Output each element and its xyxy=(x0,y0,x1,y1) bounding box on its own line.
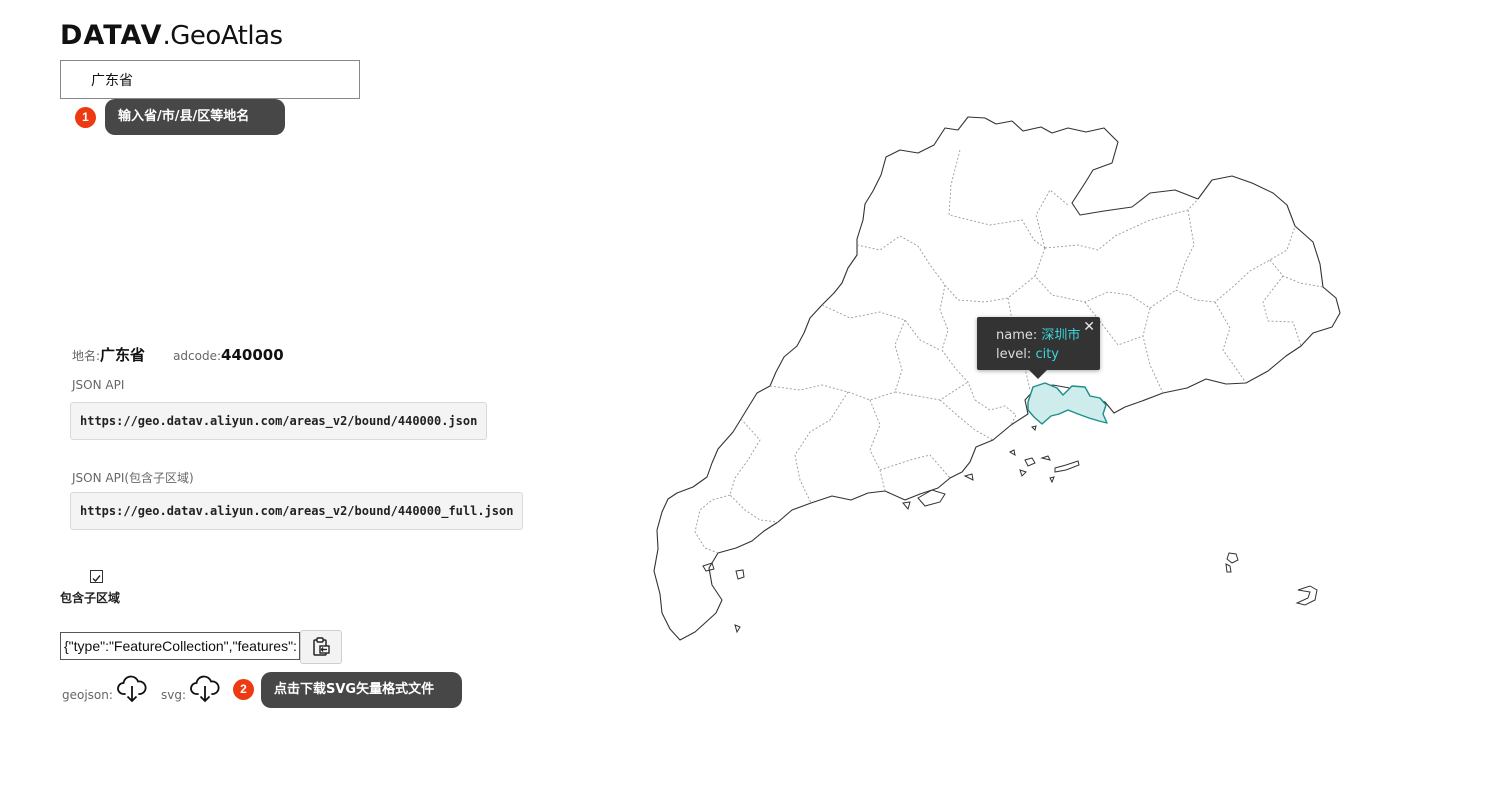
tooltip-level-key: level: xyxy=(996,347,1032,362)
region-search-box[interactable] xyxy=(60,60,360,99)
region-name-label: 地名: xyxy=(72,349,101,363)
map-tooltip: name: 深圳市 level: city ✕ xyxy=(977,317,1100,379)
region-info: 地名:广东省 adcode:440000 xyxy=(72,344,284,366)
step-2-tooltip: 点击下载SVG矢量格式文件 xyxy=(261,672,462,708)
tooltip-level-value: city xyxy=(1035,347,1059,362)
geojson-output-field[interactable] xyxy=(60,632,300,660)
step-1-tooltip: 输入省/市/县/区等地名 xyxy=(105,99,285,135)
close-icon[interactable]: ✕ xyxy=(1083,320,1095,334)
adcode-label: adcode: xyxy=(173,349,222,363)
svg-download-icon[interactable] xyxy=(190,674,220,704)
copy-geojson-button[interactable] xyxy=(300,630,342,664)
json-api-label: JSON API xyxy=(72,378,125,392)
app-logo: DATAV.GeoAtlas xyxy=(60,20,283,52)
json-api-url[interactable]: https://geo.datav.aliyun.com/areas_v2/bo… xyxy=(70,402,488,440)
geojson-download-label: geojson: xyxy=(62,688,113,702)
geojson-download-icon[interactable] xyxy=(117,674,147,704)
json-api-full-label: JSON API(包含子区域) xyxy=(72,471,194,485)
geojson-output-input[interactable] xyxy=(61,633,299,659)
region-name-value: 广东省 xyxy=(100,346,146,364)
guangdong-map[interactable] xyxy=(640,110,1360,655)
include-subregion-checkbox[interactable] xyxy=(90,570,103,583)
step-2-badge: 2 xyxy=(233,679,254,700)
region-search-input[interactable] xyxy=(61,61,359,98)
checkmark-icon xyxy=(92,575,101,583)
province-outline xyxy=(653,116,1341,641)
tooltip-name-value: 深圳市 xyxy=(1041,328,1081,343)
logo-light-text: .GeoAtlas xyxy=(162,21,284,51)
logo-bold-text: DATAV xyxy=(60,20,163,51)
clipboard-copy-icon xyxy=(313,637,330,656)
tooltip-arrow xyxy=(1029,370,1047,379)
svg-download-label: svg: xyxy=(161,688,187,702)
json-api-full-url[interactable]: https://geo.datav.aliyun.com/areas_v2/bo… xyxy=(70,492,524,530)
tooltip-name-key: name: xyxy=(996,328,1038,343)
step-1-badge: 1 xyxy=(75,107,96,128)
tooltip-level-row: level: city xyxy=(996,345,1100,364)
include-subregion-label: 包含子区域 xyxy=(60,591,121,605)
adcode-value: 440000 xyxy=(221,346,284,364)
